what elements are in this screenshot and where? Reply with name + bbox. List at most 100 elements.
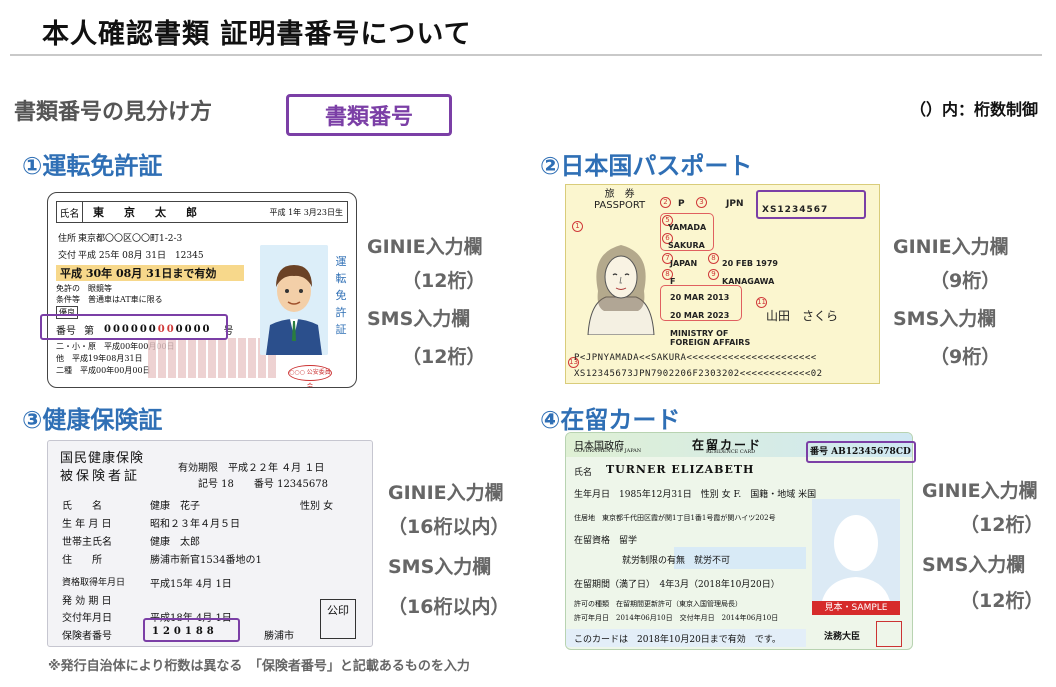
license-side-text: 運転免許証 [335, 255, 347, 336]
health-head: 健康 太郎 [150, 537, 200, 548]
passport-dob: 20 FEB 1979 [722, 259, 778, 268]
residence-card-image: 日本国政府 GOVERNMENT OF JAPAN 在留カード RESIDENC… [565, 432, 913, 650]
residence-permit-date: 許可年月日 2014年06月10日 交付年月日 2014年06月10日 [574, 614, 779, 622]
license-name-label: 氏名 [57, 202, 83, 222]
section-title-health: ③健康保険証 [22, 406, 163, 434]
license-dob: 平成 1年 3月23日生 [269, 207, 343, 217]
passport-marker-8: 8 [708, 253, 719, 264]
passport-header-en: PASSPORT [594, 200, 646, 211]
passport-issue-date: 20 MAR 2013 [670, 293, 730, 302]
health-insurer-highlight [143, 618, 240, 642]
health-official-stamp: 公印 [320, 599, 356, 639]
residence-period: 在留期間（満了日） 4年3月（2018年10月20日） [574, 580, 780, 590]
health-title-2: 被保険者証 [60, 469, 141, 484]
legend-box-label: 書類番号 [324, 105, 413, 130]
license-category-grid [148, 338, 278, 378]
license-ginie-digits: （12桁） [402, 270, 486, 292]
residence-ginie-label: GINIE入力欄 [922, 480, 1038, 502]
residence-address: 住居地 東京都千代田区霞が関1丁目1番1号霞が関ハイツ202号 [574, 514, 776, 522]
title-divider [10, 54, 1042, 56]
health-addr-label: 住 所 [62, 555, 102, 566]
license-name: 東京太郎 [93, 206, 217, 219]
passport-type: P [678, 199, 686, 209]
passport-marker-9: 9 [708, 269, 719, 280]
footnote: ※発行自治体により桁数は異なる 「保険者番号」と記載あるものを入力 [48, 659, 470, 674]
health-insurer-label: 保険者番号 [62, 631, 112, 642]
health-dob-label: 生 年 月 日 [62, 519, 112, 530]
license-cond-line2: 条件等 普通車はAT車に限る [56, 295, 163, 304]
passport-authority-2: FOREIGN AFFAIRS [670, 338, 751, 347]
passport-mrz-line1: P<JPNYAMADA<<SAKURA<<<<<<<<<<<<<<<<<<<<<… [574, 353, 817, 363]
health-city: 勝浦市 [264, 631, 294, 642]
residence-gov-en: GOVERNMENT OF JAPAN [574, 448, 642, 454]
residence-ginie-digits: （12桁） [960, 514, 1044, 536]
license-issue: 平成 25年 08月 31日 12345 [78, 251, 204, 261]
health-acq-label: 資格取得年月日 [62, 578, 126, 588]
license-photo [260, 245, 328, 355]
health-acq: 平成15年 4月 1日 [150, 579, 232, 590]
residence-sample-label: 見本・SAMPLE [812, 601, 900, 615]
license-ginie-label: GINIE入力欄 [367, 236, 483, 258]
health-head-label: 世帯主氏名 [62, 537, 112, 548]
residence-number-highlight [806, 441, 916, 463]
passport-number-highlight [756, 190, 866, 219]
residence-seal-icon [876, 621, 902, 647]
passport-signature: 山田 さくら [766, 309, 839, 323]
passport-authority-1: MINISTRY OF [670, 329, 729, 338]
residence-sms-digits: （12桁） [960, 590, 1044, 612]
passport-nationality: JAPAN [670, 259, 698, 268]
passport-given-name: SAKURA [668, 241, 705, 250]
passport-header-jp: 旅 券 [604, 189, 635, 200]
passport-country: JPN [726, 199, 744, 209]
license-address: 東京都〇〇区〇〇町1-2-3 [78, 234, 183, 244]
legend-box: 書類番号 [286, 94, 452, 136]
license-number-highlight [40, 314, 228, 340]
passport-mrz-line2: XS12345673JPN7902206F2303202<<<<<<<<<<<<… [574, 369, 823, 379]
residence-photo [812, 499, 900, 613]
residence-minister: 法務大臣 [824, 632, 861, 642]
health-sms-label: SMS入力欄 [388, 556, 492, 578]
residence-work: 就労制限の有無 就労不可 [622, 556, 731, 566]
license-name-row: 氏名 東京太郎 平成 1年 3月23日生 [56, 201, 348, 223]
passport-sms-digits: （9桁） [930, 346, 1001, 368]
health-title-1: 国民健康保険 [60, 451, 145, 466]
passport-header: 旅 券 PASSPORT [594, 189, 645, 211]
page-title: 本人確認書類 証明書番号について [42, 19, 472, 50]
residence-dob-row: 生年月日 1985年12月31日 性別 女 F. 国籍・地域 米国 [574, 490, 817, 500]
passport-marker-2: 2 [660, 197, 671, 208]
passport-ginie-digits: （9桁） [930, 270, 1001, 292]
passport-ginie-label: GINIE入力欄 [893, 236, 1009, 258]
license-issue-label: 交付 [57, 251, 76, 261]
license-expiry: 平成 30年 08月 31日まで有効 [56, 265, 244, 281]
license-seal: ○○○ 公安委員会 [288, 365, 332, 387]
license-cond-line1: 免許の 眼鏡等 [56, 284, 112, 293]
health-sms-digits: （16桁以内） [388, 596, 510, 618]
passport-surname: YAMADA [668, 223, 707, 232]
section-title-passport: ②日本国パスポート [540, 152, 753, 180]
health-dob: 昭和２３年４月５日 [150, 519, 240, 530]
health-issue-label: 交付年月日 [62, 613, 112, 624]
digits-note: （）内：桁数制御 [909, 100, 1038, 119]
residence-status: 在留資格 留学 [574, 536, 638, 546]
health-ginie-digits: （16桁以内） [388, 516, 510, 538]
passport-sms-label: SMS入力欄 [893, 308, 997, 330]
health-symbol: 記号 18 番号 12345678 [198, 479, 328, 490]
license-issue-row: 交付 平成 25年 08月 31日 12345 [56, 248, 204, 261]
residence-expiry: このカードは 2018年10月20日まで有効 です。 [574, 635, 781, 645]
license-sms-digits: （12桁） [402, 346, 486, 368]
license-sms-label: SMS入力欄 [367, 308, 471, 330]
health-name: 健康 花子 [150, 501, 200, 512]
health-insurance-image: 国民健康保険 被保険者証 有効期限 平成２２年 ４月 １日 記号 18 番号 1… [47, 440, 373, 647]
residence-name-label: 氏名 [574, 468, 593, 478]
howto-heading: 書類番号の見分け方 [14, 100, 213, 125]
drivers-license-image: 氏名 東京太郎 平成 1年 3月23日生 住所 東京都〇〇区〇〇町1-2-3 交… [47, 192, 357, 388]
health-ginie-label: GINIE入力欄 [388, 482, 504, 504]
passport-marker-3: 3 [696, 197, 707, 208]
passport-expiry-date: 20 MAR 2023 [670, 311, 730, 320]
passport-photo [580, 233, 662, 336]
health-sex: 性別 女 [300, 501, 334, 512]
health-valid: 有効期限 平成２２年 ４月 １日 [178, 463, 325, 474]
license-address-row: 住所 東京都〇〇区〇〇町1-2-3 [56, 231, 182, 244]
section-title-residence: ④在留カード [540, 406, 681, 434]
health-name-label: 氏 名 [62, 501, 102, 512]
